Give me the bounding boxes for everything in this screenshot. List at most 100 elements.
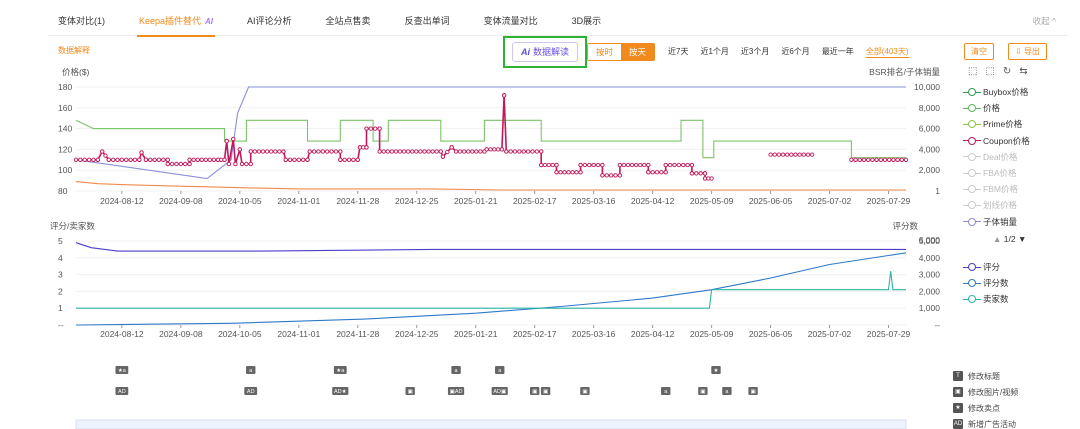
legend-item-top-4[interactable]: Deal价格: [963, 149, 1030, 165]
series-point: [613, 173, 618, 178]
series-point: [410, 149, 415, 154]
x-tick-label: 2024-11-28: [336, 196, 379, 206]
series-point: [86, 157, 92, 162]
series-point: [401, 149, 407, 154]
legend-item-top-6[interactable]: FBM价格: [963, 181, 1030, 197]
x-tick-label: 2025-02-17: [513, 329, 557, 339]
series-point: [351, 157, 356, 162]
y-tick-label: 120: [58, 144, 72, 154]
series-point: [546, 162, 552, 168]
collapse-button[interactable]: 收起 ^: [1033, 6, 1056, 36]
series-point: [689, 171, 695, 176]
pager-down-icon[interactable]: ▼: [1016, 234, 1026, 244]
pager-up-icon[interactable]: ▲: [993, 234, 1004, 244]
clear-button[interactable]: 清空: [964, 43, 994, 60]
legend-item-bottom-1[interactable]: 评分数: [963, 275, 1009, 291]
series-point: [183, 161, 188, 167]
x-tick-label: 2024-09-08: [159, 329, 203, 339]
series-point: [870, 157, 875, 162]
x-tick-label: 2025-01-21: [454, 196, 498, 206]
series-line-子体销量: [75, 86, 906, 180]
series-point: [882, 157, 888, 162]
event-legend-item[interactable]: ★ 修改卖点: [953, 400, 1018, 416]
series-point: [470, 149, 475, 154]
x-tick-label: 2024-11-01: [277, 329, 320, 339]
legend-item-top-5[interactable]: FBA价格: [963, 165, 1030, 181]
legend-label: 评分: [983, 262, 1001, 273]
series-point: [82, 157, 87, 162]
series-point: [617, 162, 623, 168]
series-point: [224, 138, 229, 144]
legend-pager-control[interactable]: ▲ 1/2 ▼: [993, 231, 1026, 247]
series-point: [119, 157, 125, 162]
series-point: [325, 149, 330, 154]
zoom-reset-icon[interactable]: ⬚: [985, 66, 994, 77]
legend-rating: 评分评分数 卖家数: [963, 259, 1009, 308]
legend-item-top-8[interactable]: 子体销量: [963, 214, 1030, 230]
legend-item-top-2[interactable]: Prime价格: [963, 116, 1030, 132]
series-point: [338, 157, 343, 162]
series-point: [617, 173, 623, 178]
charts-canvas[interactable]: 价格($) BSR排名/子体销量 80 1 100 2,000 120 4,000 140 6,0…: [0, 0, 960, 429]
series-point: [899, 157, 904, 162]
legend-price: Buybox价格 价格 Prime价格 Coupon价格 Deal价格 FBA价格 FBM价…: [963, 84, 1030, 230]
chart-tools: ⬚ ⬚ ↻ ⇆: [968, 66, 1028, 77]
x-tick-label: 2025-05-09: [690, 196, 734, 206]
series-point: [305, 157, 310, 162]
series-point: [517, 149, 522, 154]
legend-item-top-3[interactable]: Coupon价格: [963, 133, 1030, 149]
series-point: [539, 149, 544, 154]
series-point: [866, 157, 871, 162]
swap-icon[interactable]: ⇆: [1019, 66, 1027, 77]
series-point: [878, 157, 883, 162]
event-marker-label: AD★: [334, 389, 347, 395]
series-point: [508, 149, 513, 154]
legend-label: 价格: [983, 103, 1001, 114]
series-point: [244, 161, 249, 167]
series-point: [115, 157, 120, 162]
x-tick-label: 2025-01-21: [454, 329, 498, 339]
zoom-box-icon[interactable]: ⬚: [968, 66, 977, 77]
series-point: [346, 157, 352, 162]
event-legend-item[interactable]: AD 新增广告活动: [953, 416, 1018, 429]
y2-tick-label: 3,000: [919, 270, 941, 280]
series-point: [389, 149, 394, 154]
series-point: [521, 149, 526, 154]
series-point: [457, 149, 463, 154]
export-button[interactable]: ⇩ 导出: [1008, 43, 1047, 60]
series-point: [570, 170, 575, 175]
series-point: [434, 149, 439, 154]
event-legend-label: 新增广告活动: [968, 419, 1016, 429]
series-point: [629, 162, 635, 168]
pager-text: 1/2: [1003, 234, 1016, 244]
legend-label: Buybox价格: [983, 87, 1029, 98]
series-point: [422, 149, 427, 154]
series-point: [103, 153, 108, 158]
series-point: [248, 161, 253, 167]
series-point: [776, 152, 782, 157]
series-point: [646, 162, 651, 168]
legend-item-top-7[interactable]: 划线价格: [963, 197, 1030, 213]
legend-marker-icon: [963, 217, 981, 227]
series-point: [562, 170, 567, 175]
series-line-评分数: [75, 252, 907, 326]
event-legend-item[interactable]: ▣ 修改图片/视频: [953, 384, 1018, 400]
series-point: [199, 157, 204, 162]
y2-tick-label: 8,000: [919, 103, 941, 113]
event-legend-item[interactable]: T 修改标题: [953, 368, 1018, 384]
legend-item-bottom-2[interactable]: 卖家数: [963, 291, 1009, 307]
series-point: [554, 162, 559, 168]
series-point: [512, 149, 518, 154]
y-tick-label: 5: [58, 236, 63, 246]
series-point: [329, 149, 334, 154]
series-point: [801, 152, 806, 157]
series-point: [292, 157, 297, 162]
legend-marker-icon: [963, 278, 981, 288]
refresh-icon[interactable]: ↻: [1003, 66, 1011, 77]
legend-item-bottom-0[interactable]: 评分: [963, 259, 1009, 275]
series-point: [269, 149, 274, 154]
legend-item-top-1[interactable]: 价格: [963, 100, 1030, 116]
series-point: [578, 170, 583, 175]
legend-item-top-0[interactable]: Buybox价格: [963, 84, 1030, 100]
series-point: [504, 149, 509, 154]
